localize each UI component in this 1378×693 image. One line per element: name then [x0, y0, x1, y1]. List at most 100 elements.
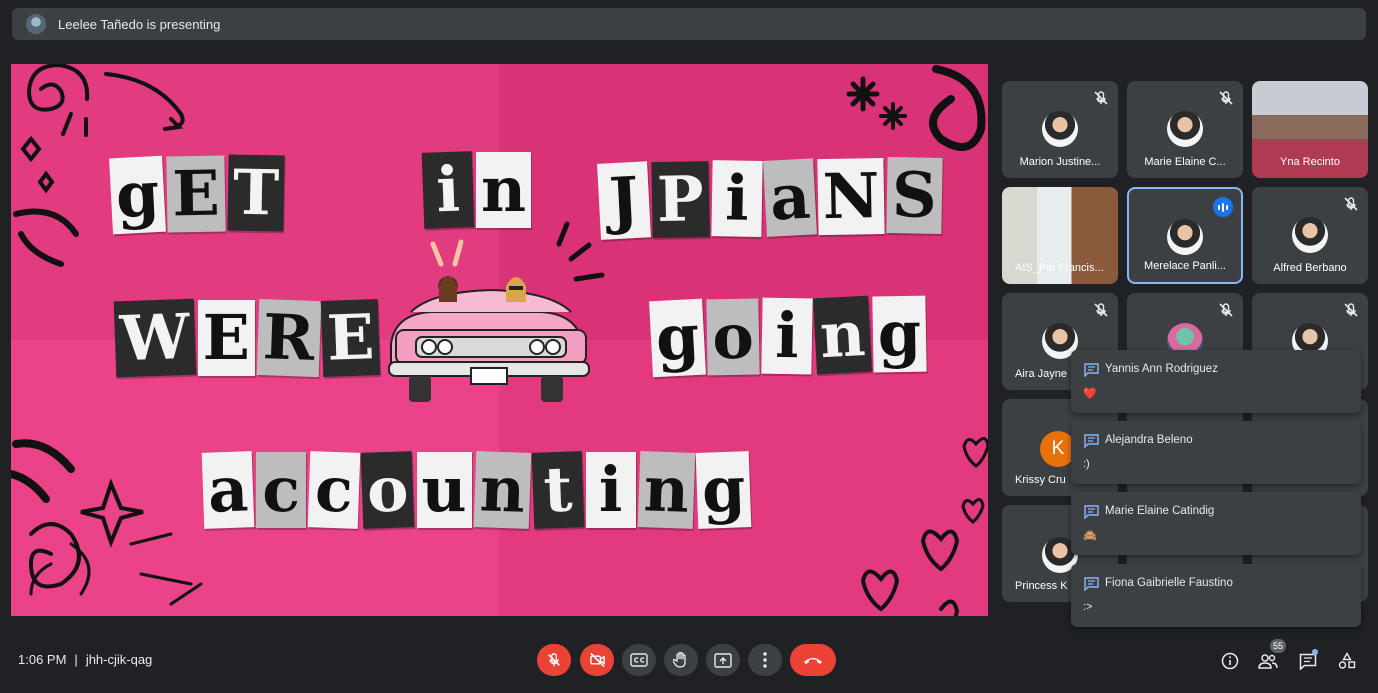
chat-message-icon — [1084, 434, 1099, 448]
participant-tile[interactable]: Alfred Berbano — [1252, 187, 1368, 284]
activities-shapes-icon — [1338, 652, 1356, 669]
chat-message-text: ❤️ — [1083, 388, 1097, 400]
chat-message-icon — [1084, 577, 1099, 591]
slide-letter: o — [360, 451, 415, 529]
mic-off-icon — [1094, 303, 1108, 317]
participant-avatar — [1042, 111, 1078, 147]
participant-tile-video[interactable]: AIS_Pat Francis... — [1002, 187, 1118, 284]
chat-notification[interactable]: Alejandra Beleno :) — [1071, 421, 1361, 484]
slide-letter: R — [256, 298, 321, 378]
info-icon — [1221, 652, 1239, 670]
slide-letter: N — [817, 158, 886, 236]
participant-avatar — [1167, 219, 1203, 255]
chat-notification[interactable]: Fiona Gaibrielle Faustino :> — [1071, 564, 1361, 627]
slide-letter: c — [307, 451, 361, 529]
chat-sender-name: Alejandra Beleno — [1105, 434, 1193, 446]
slide-letter: t — [531, 451, 585, 529]
participant-tile-speaking[interactable]: Merelace Panli... — [1127, 187, 1243, 284]
slide-letter: a — [201, 451, 255, 529]
slide-word-going: going — [649, 295, 927, 378]
slide-word-were: WERE — [113, 298, 382, 378]
chat-message-icon — [1084, 505, 1099, 519]
meeting-details-button[interactable] — [1219, 650, 1241, 672]
slide-letter: P — [651, 161, 710, 239]
slide-word-accounting: accounting — [201, 451, 752, 529]
people-button[interactable] — [1257, 650, 1279, 672]
presenting-banner[interactable]: Leelee Tañedo is presenting — [12, 8, 1366, 40]
leave-call-button[interactable] — [790, 644, 836, 676]
raise-hand-icon — [673, 651, 686, 668]
participant-tile-video[interactable]: Yna Recinto — [1252, 81, 1368, 178]
chat-sender-name: Yannis Ann Rodriguez — [1105, 363, 1218, 375]
people-icon — [1258, 654, 1278, 669]
participant-count-badge: 55 — [1270, 639, 1287, 653]
slide-letter: i — [585, 452, 636, 528]
chat-notification[interactable]: Yannis Ann Rodriguez ❤️ — [1071, 350, 1361, 413]
mic-off-icon — [1219, 303, 1233, 317]
slide-letter: n — [476, 152, 532, 228]
slide-letter: g — [649, 298, 707, 378]
slide-letter: E — [197, 300, 255, 376]
closed-captions-icon — [630, 653, 648, 667]
participant-name: AIS_Pat Francis... — [1015, 262, 1104, 274]
activities-button[interactable] — [1336, 650, 1358, 672]
camera-off-icon — [589, 652, 605, 668]
chat-message-text: :> — [1083, 601, 1093, 613]
participant-tile[interactable]: Marie Elaine C... — [1127, 81, 1243, 178]
slide-letter: n — [473, 451, 532, 529]
participant-avatar — [1292, 217, 1328, 253]
chat-message-text: :) — [1083, 458, 1090, 470]
camera-toggle-button[interactable] — [580, 644, 614, 676]
captions-button[interactable] — [622, 644, 656, 676]
microphone-toggle-button[interactable] — [537, 644, 571, 676]
slide-letter: c — [256, 452, 307, 528]
participant-name: Yna Recinto — [1280, 156, 1340, 168]
slide-letter: g — [109, 155, 167, 235]
slide-letter: a — [762, 158, 817, 237]
slide-word-jpians: JPiaNS — [597, 157, 943, 240]
slide-letter: S — [886, 157, 943, 234]
participant-name: Alfred Berbano — [1273, 262, 1347, 274]
slide-letter: i — [710, 160, 763, 238]
mic-off-icon — [1344, 303, 1358, 317]
chat-sender-name: Fiona Gaibrielle Faustino — [1105, 577, 1233, 589]
slide-letter: E — [166, 155, 226, 233]
mic-off-icon — [1344, 197, 1358, 211]
slide-letter: u — [416, 452, 472, 528]
meeting-details[interactable]: 1:06 PM | jhh-cjik-qag — [18, 652, 152, 667]
chat-message-icon — [1084, 363, 1099, 377]
car-illustration — [388, 239, 590, 402]
slide-letter: W — [113, 298, 196, 378]
slide-letter: i — [761, 297, 813, 375]
slide-letter: o — [706, 298, 760, 376]
participant-tile[interactable]: Marion Justine... — [1002, 81, 1118, 178]
more-vert-icon — [763, 652, 767, 668]
mic-off-icon — [548, 653, 560, 667]
end-call-icon — [804, 658, 822, 664]
slide-letter: J — [597, 161, 651, 240]
slide-word-get: gET — [109, 154, 285, 235]
clock-time: 1:06 PM — [18, 652, 67, 667]
participant-name: Merelace Panli... — [1144, 260, 1226, 272]
slide-letter: n — [637, 451, 696, 529]
slide-letter: i — [421, 151, 475, 229]
chat-icon — [1299, 653, 1317, 670]
speaking-indicator-icon — [1213, 197, 1233, 217]
raise-hand-button[interactable] — [664, 644, 698, 676]
chat-message-text: 🙈 — [1083, 530, 1097, 542]
info-separator: | — [74, 652, 78, 667]
unread-chat-dot — [1312, 649, 1318, 655]
slide-letter: T — [226, 154, 285, 232]
slide-letter: g — [872, 295, 927, 373]
presenting-text: Leelee Tañedo is presenting — [58, 16, 221, 32]
present-screen-icon — [714, 652, 732, 668]
more-options-button[interactable] — [748, 644, 782, 676]
chat-notification[interactable]: Marie Elaine Catindig 🙈 — [1071, 492, 1361, 555]
participant-avatar — [1167, 111, 1203, 147]
present-now-button[interactable] — [706, 644, 740, 676]
participant-name: Marie Elaine C... — [1144, 156, 1226, 168]
slide-letter: E — [321, 299, 382, 377]
mic-off-icon — [1094, 91, 1108, 105]
slide-letter: g — [695, 451, 752, 529]
slide-word-in: in — [421, 151, 532, 229]
